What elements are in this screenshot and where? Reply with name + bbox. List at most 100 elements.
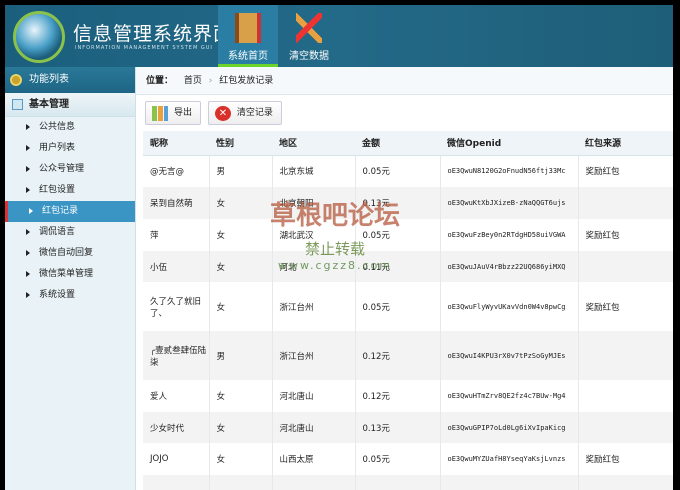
column-header: 红包来源 [578,131,673,156]
table-cell: oE3QwuJAuV4rBbzz22UQ686yiMXQ [440,251,579,282]
table-cell [578,380,673,412]
group-label: 基本管理 [29,99,69,110]
table-row: 小伍女河北 0.11元 oE3QwuJAuV4rBbzz22UQ686yiMXQ [143,251,673,282]
nav-home[interactable]: 系统首页 [218,5,278,67]
table-cell: 奖励红包 [578,282,673,331]
table-cell: 0.05元 [355,282,441,331]
table-row [143,475,673,490]
table-row: ╭壹贰叁肆伍陆柒男浙江台州 0.12元 oE3QwuI4KPU3rX0v7tPzSo… [143,331,673,380]
table-cell: 0.05元 [355,219,441,251]
table-cell: 少女时代 [143,412,210,443]
export-label: 导出 [174,108,193,118]
sidebar-item-tease-language[interactable]: 调侃语言 [5,222,135,243]
sidebar-item-public-info[interactable]: 公共信息 [5,117,135,138]
breadcrumb-label: 位置： [146,76,174,86]
sidebar-item-label: 红包设置 [39,185,76,195]
breadcrumb: 位置： 首页 › 红包发放记录 [136,67,673,95]
table-cell: 0.13元 [355,412,441,443]
close-circle-icon: ✕ [214,106,231,121]
table-row: @无言@ 男北京东城 0.05元 oE3QwuN8120G2oFnudN56ftj33… [143,155,673,187]
table-cell: 女 [209,282,273,331]
table-cell: 女 [209,380,273,412]
records-table: 昵称 性别 地区 金额 微信Openid 红包来源 @无言@ 男北京东城 0.05元 oE3Qw… [143,131,673,490]
table-cell: oE3QwuFlyWyvUKavVdn0W4v8pwCg [440,282,579,331]
sidebar-item-label: 用户列表 [39,143,76,153]
clear-records-button[interactable]: ✕ 清空记录 [207,101,282,125]
app-subtitle: INFORMATION MANAGEMENT SYSTEM GUI [75,45,213,51]
table-row: 爱人女河北唐山 0.12元 oE3QwuHTmZrv8QE2fz4c7BUw-Mg4 [143,380,673,412]
app-title: 信息管理系统界面 [73,23,234,45]
table-cell [355,475,441,490]
table-cell: 北京朝阳 [272,187,356,219]
table-cell: 0.05元 [355,155,441,187]
grid-icon [12,99,23,110]
table-cell [578,251,673,282]
table-cell [143,475,210,490]
sidebar-item-redpacket-records[interactable]: 红包记录 [5,201,135,222]
breadcrumb-home-link[interactable]: 首页 [184,76,202,86]
nav-clear-data[interactable]: 清空数据 [279,5,339,67]
bar-chart-icon [152,106,168,121]
table-cell: oE3QwuFzBey0n2RTdgHD58uiVGWA [440,219,579,251]
sidebar: 功能列表 基本管理 公共信息 用户列表 公众号管理 红包设置 红包记录 调侃语言… [5,67,136,490]
table-cell: 久了久了就旧了、 [143,282,210,331]
table-row: 久了久了就旧了、女浙江台州 0.05元 oE3QwuFlyWyvUKavVdn0W4… [143,282,673,331]
book-icon [235,13,261,43]
sidebar-item-official-account[interactable]: 公众号管理 [5,159,135,180]
table-cell: ╭壹贰叁肆伍陆柒 [143,331,210,380]
table-cell: 女 [209,219,273,251]
table-cell: oE3QwuHTmZrv8QE2fz4c7BUw-Mg4 [440,380,579,412]
sidebar-item-auto-reply[interactable]: 微信自动回复 [5,243,135,264]
table-cell: 萍 [143,219,210,251]
sidebar-item-redpacket-settings[interactable]: 红包设置 [5,180,135,201]
table-row: 萍女湖北武汉 0.05元 oE3QwuFzBey0n2RTdgHD58uiVGWA 奖… [143,219,673,251]
logo-globe-icon [13,11,65,63]
function-list-header: 功能列表 [5,67,135,93]
breadcrumb-current: 红包发放记录 [219,76,274,86]
tools-icon [296,13,322,43]
sidebar-item-user-list[interactable]: 用户列表 [5,138,135,159]
function-list-title: 功能列表 [29,74,69,85]
table-cell: 河北 [272,251,356,282]
column-header: 地区 [272,131,355,156]
sidebar-item-label: 公众号管理 [39,164,85,174]
table-cell: 女 [209,443,273,475]
breadcrumb-separator: › [208,76,213,86]
table-cell [440,475,579,490]
table-cell: @无言@ [143,155,210,187]
table-cell [578,412,673,443]
table-cell: JOJO [143,443,210,475]
table-cell: oE3QwuMYZUafH8YseqYaKsjLvnzs [440,443,579,475]
table-cell: 湖北武汉 [272,219,356,251]
group-basic-management[interactable]: 基本管理 [5,93,135,117]
sidebar-item-label: 微信自动回复 [39,248,94,258]
table-cell: 女 [209,251,273,282]
nav-home-label: 系统首页 [228,51,268,62]
column-header: 昵称 [143,131,209,156]
table-cell: 小伍 [143,251,210,282]
table-cell: 河北唐山 [272,380,356,412]
table-cell: 爱人 [143,380,210,412]
app-window: 信息管理系统界面 INFORMATION MANAGEMENT SYSTEM G… [5,5,673,490]
table-cell: 呆到自然萌 [143,187,210,219]
table-cell [578,331,673,380]
table-cell: 奖励红包 [578,219,673,251]
table-cell: 浙江台州 [272,331,356,380]
table-header-row: 昵称 性别 地区 金额 微信Openid 红包来源 [143,131,673,156]
sidebar-item-menu-management[interactable]: 微信菜单管理 [5,264,135,285]
sidebar-item-system-settings[interactable]: 系统设置 [5,285,135,306]
table-cell: 北京东城 [272,155,356,187]
export-button[interactable]: 导出 [145,101,202,125]
table-cell: 浙江台州 [272,282,356,331]
table-row: 少女时代女河北唐山 0.13元 oE3QwuGPIP7oLd0Lg6iXvIpaKi… [143,412,673,443]
sidebar-item-label: 微信菜单管理 [39,269,94,279]
sidebar-item-label: 系统设置 [39,290,76,300]
table-cell [578,187,673,219]
table-cell: 0.12元 [355,380,441,412]
sidebar-item-label: 公共信息 [39,122,76,132]
header: 信息管理系统界面 INFORMATION MANAGEMENT SYSTEM G… [5,5,673,67]
table-cell: 河北唐山 [272,412,356,443]
clear-label: 清空记录 [236,108,273,118]
table-cell: 男 [209,331,273,380]
table-cell: 男 [209,155,273,187]
